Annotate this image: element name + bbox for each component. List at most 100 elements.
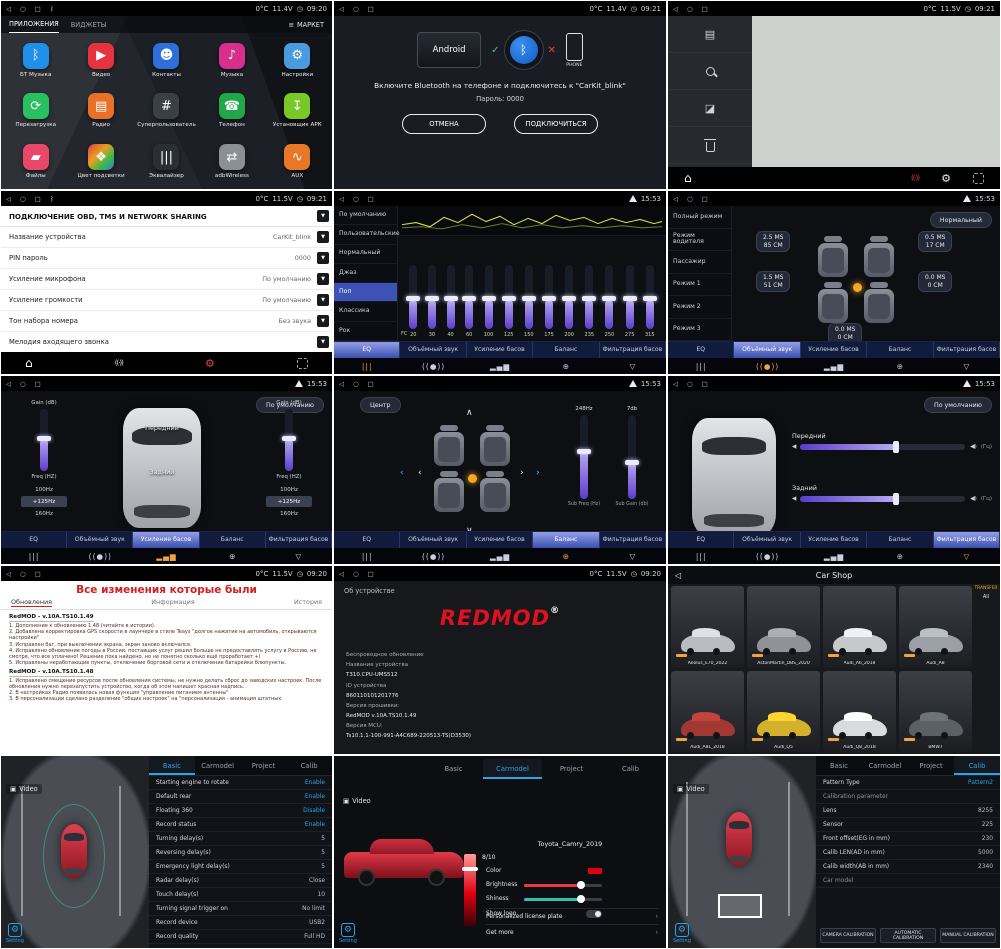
calibration-button[interactable]: CAMERA CALIBRATION bbox=[820, 928, 876, 943]
default-button[interactable]: По умолчанию bbox=[924, 397, 992, 413]
360-tab[interactable]: Carmodel bbox=[483, 759, 542, 779]
recents-icon[interactable]: □ bbox=[368, 195, 374, 203]
audio-tab[interactable]: Объёмный звук((●)) bbox=[734, 532, 800, 564]
collapse-dropdown-icon[interactable]: ▼ bbox=[317, 210, 329, 222]
app-shortcut[interactable]: ▤Радио bbox=[68, 86, 133, 137]
settings-row[interactable]: Starting engine to rotateEnable bbox=[149, 776, 332, 790]
settings-row[interactable]: Car model bbox=[816, 874, 1000, 888]
freq-option[interactable]: +125Hz bbox=[21, 496, 67, 507]
audio-tab[interactable]: EQ||| bbox=[668, 532, 734, 564]
home-circle-icon[interactable]: ○ bbox=[20, 195, 26, 203]
audio-tab[interactable]: Объёмный звук((●)) bbox=[67, 532, 133, 564]
360-tab[interactable]: Basic bbox=[816, 756, 862, 775]
shiness-slider[interactable] bbox=[524, 898, 602, 901]
360-tab[interactable]: Basic bbox=[424, 759, 483, 779]
audio-tab[interactable]: Фильтрация басов▽ bbox=[266, 532, 332, 564]
settings-gear-icon[interactable]: ⚙ bbox=[941, 172, 951, 185]
audio-tab[interactable]: Баланс⊕ bbox=[200, 532, 266, 564]
eq-band-slider[interactable] bbox=[465, 265, 473, 329]
home-circle-icon[interactable]: ○ bbox=[353, 380, 359, 388]
tab-applications[interactable]: ПРИЛОЖЕНИЯ bbox=[9, 16, 59, 33]
settings-row[interactable]: Turning delay(s)5 bbox=[149, 832, 332, 846]
360-tab[interactable]: Project bbox=[241, 756, 287, 775]
audio-tab[interactable]: Фильтрация басов▽ bbox=[934, 342, 1000, 374]
eq-band-slider[interactable] bbox=[585, 265, 593, 329]
brightness-row[interactable]: Brightness bbox=[486, 882, 602, 888]
audio-tab[interactable]: Усиление басов▂▄▆ bbox=[467, 532, 533, 564]
back-icon[interactable]: ◁ bbox=[673, 380, 678, 388]
settings-row[interactable]: Record qualityFull HD bbox=[149, 930, 332, 944]
car-card[interactable]: Audi_A8L_2018 bbox=[671, 671, 744, 753]
arrow-far-right-icon[interactable]: › bbox=[536, 468, 540, 478]
eraser-icon[interactable]: ◪ bbox=[668, 90, 752, 127]
app-shortcut[interactable]: |||Эквалайзер bbox=[134, 136, 199, 187]
recents-icon[interactable] bbox=[973, 173, 984, 184]
car-card[interactable]: Audi_Q8_2018 bbox=[823, 671, 896, 753]
car-card[interactable]: Aeolus_E70_2022 bbox=[671, 586, 744, 668]
front-filter-slider[interactable] bbox=[800, 444, 965, 450]
balance-position-dot[interactable] bbox=[468, 474, 477, 483]
audio-tab[interactable]: Баланс⊕ bbox=[867, 342, 933, 374]
calibration-button[interactable]: AUTOMATIC CALIBRATION bbox=[880, 928, 936, 943]
back-icon[interactable]: ◁ bbox=[339, 195, 344, 203]
audio-tab[interactable]: Фильтрация басов▽ bbox=[600, 532, 666, 564]
home-icon[interactable]: ⌂ bbox=[25, 356, 33, 370]
home-circle-icon[interactable]: ○ bbox=[20, 5, 26, 13]
back-icon[interactable]: ◁ bbox=[339, 5, 344, 13]
front-gain-slider[interactable] bbox=[40, 409, 48, 471]
settings-row[interactable]: Radar delay(s)Close bbox=[149, 874, 332, 888]
eq-preset-item[interactable]: Рок bbox=[334, 322, 397, 341]
360-tab[interactable]: Project bbox=[908, 756, 954, 775]
settings-row[interactable]: PIN пароль0000▼ bbox=[1, 248, 332, 269]
surround-mode-item[interactable]: Режим 3 bbox=[668, 319, 731, 342]
dropdown-icon[interactable]: ▼ bbox=[317, 273, 329, 285]
app-shortcut[interactable]: ⇄adbWireless bbox=[199, 136, 264, 187]
settings-row[interactable]: Record deviceUSB2 bbox=[149, 916, 332, 930]
home-icon[interactable]: ⌂ bbox=[684, 171, 692, 185]
setting-button[interactable]: ⚙Setting bbox=[6, 923, 24, 944]
arrow-far-left-icon[interactable]: ‹ bbox=[400, 468, 404, 478]
home-circle-icon[interactable]: ○ bbox=[687, 195, 693, 203]
settings-row[interactable]: Touch delay(s)10 bbox=[149, 888, 332, 902]
brightness-slider[interactable] bbox=[524, 884, 602, 887]
transfer-label[interactable]: TRANSFER bbox=[973, 586, 999, 591]
settings-row[interactable]: Floating 360Disable bbox=[149, 804, 332, 818]
hotspot-icon[interactable]: ((·)) bbox=[115, 359, 123, 367]
car-card[interactable]: Audi_A6_2018 bbox=[823, 586, 896, 668]
arrow-left-icon[interactable]: ‹ bbox=[418, 468, 422, 478]
audio-tab[interactable]: Объёмный звук((●)) bbox=[400, 342, 466, 374]
eq-band-slider[interactable] bbox=[626, 265, 634, 329]
360-tab[interactable]: Carmodel bbox=[195, 756, 241, 775]
eq-band-slider[interactable] bbox=[409, 265, 417, 329]
eq-band[interactable]: 60 bbox=[465, 265, 473, 338]
settings-row[interactable]: Calib LEN(AD in mm)5000 bbox=[816, 846, 1000, 860]
tab-widgets[interactable]: ВИДЖЕТЫ bbox=[71, 21, 107, 29]
back-icon[interactable]: ◁ bbox=[339, 380, 344, 388]
recents-icon[interactable]: □ bbox=[702, 380, 708, 388]
surround-mode-item[interactable]: Режим 1 bbox=[668, 274, 731, 297]
360-tab[interactable]: Calib bbox=[601, 759, 660, 779]
dropdown-icon[interactable]: ▼ bbox=[317, 294, 329, 306]
audio-tab[interactable]: EQ||| bbox=[668, 342, 734, 374]
tab-updates[interactable]: Обновления bbox=[11, 598, 52, 607]
eq-band[interactable]: 40 bbox=[447, 265, 455, 338]
settings-row[interactable]: Pattern TypePattern2 bbox=[816, 776, 1000, 790]
eq-band-slider[interactable] bbox=[525, 265, 533, 329]
freq-option[interactable]: 100Hz bbox=[266, 484, 312, 495]
recents-icon[interactable]: □ bbox=[702, 195, 708, 203]
settings-row[interactable]: Calib width(AB in mm)2340 bbox=[816, 860, 1000, 874]
app-shortcut[interactable]: ☎Телефон bbox=[199, 86, 264, 137]
audio-tab[interactable]: EQ||| bbox=[1, 532, 67, 564]
app-shortcut[interactable]: ⟳Перезагрузка bbox=[3, 86, 68, 137]
settings-row[interactable]: Front offset(EG in mm)230 bbox=[816, 832, 1000, 846]
home-circle-icon[interactable]: ○ bbox=[353, 195, 359, 203]
audio-tab[interactable]: Баланс⊕ bbox=[867, 532, 933, 564]
tab-information[interactable]: Информация bbox=[151, 598, 194, 607]
audio-tab[interactable]: Баланс⊕ bbox=[533, 532, 599, 564]
back-icon[interactable]: ◁ bbox=[675, 571, 681, 580]
back-icon[interactable]: ◁ bbox=[339, 570, 344, 578]
video-label[interactable]: ▣Video bbox=[339, 796, 375, 806]
settings-gear-icon[interactable]: ⚙ bbox=[205, 357, 215, 370]
color-picker-bar[interactable] bbox=[464, 854, 476, 926]
app-shortcut[interactable]: ❖Цвет подсветки bbox=[68, 136, 133, 187]
